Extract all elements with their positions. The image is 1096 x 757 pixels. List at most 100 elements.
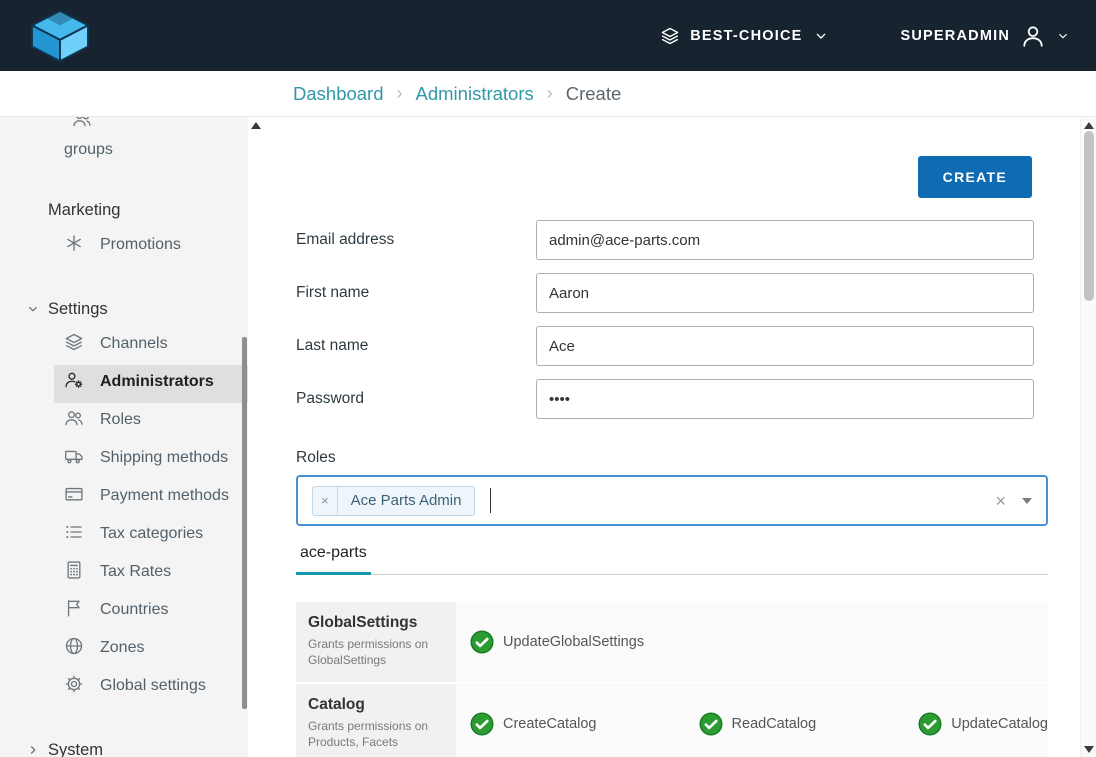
sidebar-item-label: Zones	[100, 639, 144, 656]
permission-item: UpdateCatalog	[918, 712, 1048, 736]
administrator-form: Email address First name Last name Passw…	[296, 220, 1048, 757]
password-field[interactable]	[536, 379, 1034, 419]
sidebar-item-label: Tax Rates	[100, 563, 171, 580]
chevron-down-icon	[26, 302, 40, 321]
chip-remove-icon[interactable]: ×	[313, 487, 338, 515]
permission-label: CreateCatalog	[503, 716, 597, 732]
scroll-up-arrow-icon[interactable]	[1084, 122, 1094, 129]
role-chip: × Ace Parts Admin	[312, 486, 475, 516]
sidebar-item-label: Promotions	[100, 236, 181, 253]
last-name-label: Last name	[296, 337, 536, 355]
calculator-icon	[64, 560, 84, 588]
permission-item: ReadCatalog	[699, 712, 817, 736]
app-header: BEST-CHOICE SUPERADMIN	[0, 0, 1096, 71]
permission-group-name: GlobalSettings	[308, 614, 446, 632]
user-icon	[1020, 23, 1046, 49]
sidebar-item-label: Administrators	[100, 373, 214, 390]
globe-icon	[64, 636, 84, 664]
scroll-down-arrow-icon[interactable]	[1084, 746, 1094, 753]
first-name-label: First name	[296, 284, 536, 302]
permission-item: CreateCatalog	[470, 712, 597, 736]
scroll-up-arrow-icon[interactable]	[251, 122, 261, 129]
create-button[interactable]: CREATE	[918, 156, 1032, 198]
breadcrumb-separator: ›	[397, 83, 403, 104]
administrator-icon	[64, 370, 84, 398]
table-row: GlobalSettings Grants permissions on Glo…	[296, 602, 1048, 684]
sidebar-section-marketing: Marketing	[0, 201, 248, 220]
cube-logo-icon	[26, 8, 94, 64]
chevron-down-icon[interactable]	[1022, 498, 1032, 504]
breadcrumb-dashboard[interactable]: Dashboard	[293, 83, 384, 105]
main-content: CREATE Email address First name Last nam…	[264, 117, 1080, 757]
last-name-field[interactable]	[536, 326, 1034, 366]
sidebar-item-administrators[interactable]: Administrators	[54, 365, 248, 403]
chevron-right-icon	[26, 743, 40, 757]
section-title-label: System	[48, 741, 103, 757]
sidebar-item-label: Countries	[100, 601, 168, 618]
user-menu[interactable]: SUPERADMIN	[901, 23, 1070, 49]
table-row: Catalog Grants permissions on Products, …	[296, 684, 1048, 757]
layers-icon	[64, 332, 84, 360]
permissions-table: GlobalSettings Grants permissions on Glo…	[296, 602, 1048, 757]
sidebar-item-label: groups	[64, 141, 113, 158]
sidebar-item-payment-methods[interactable]: Payment methods	[54, 479, 248, 517]
permissions-tabs: ace-parts	[296, 542, 1048, 575]
roles-select[interactable]: × Ace Parts Admin ×	[296, 475, 1048, 526]
chevron-down-icon	[1056, 29, 1070, 43]
sidebar-item-roles[interactable]: Roles	[54, 403, 248, 441]
scroll-gutter	[248, 117, 264, 757]
sidebar: groups Marketing Promotions Settings	[0, 117, 248, 757]
section-title-label: Marketing	[48, 201, 120, 219]
asterisk-icon	[64, 233, 84, 261]
channel-switcher[interactable]: BEST-CHOICE	[660, 26, 828, 46]
sidebar-item-countries[interactable]: Countries	[54, 593, 248, 631]
sidebar-item-zones[interactable]: Zones	[54, 631, 248, 669]
sidebar-section-settings[interactable]: Settings	[0, 300, 248, 319]
permission-group-name: Catalog	[308, 696, 446, 714]
sidebar-item-customer-groups[interactable]: groups	[54, 117, 248, 167]
first-name-field[interactable]	[536, 273, 1034, 313]
clear-icon[interactable]: ×	[995, 492, 1006, 510]
permission-group-description: Grants permissions on GlobalSettings	[308, 636, 446, 668]
permission-item: UpdateGlobalSettings	[470, 630, 644, 654]
breadcrumb-separator: ›	[547, 83, 553, 104]
check-circle-icon	[918, 712, 942, 736]
check-circle-icon	[470, 712, 494, 736]
users-icon	[72, 117, 240, 137]
breadcrumb: Dashboard › Administrators › Create	[293, 83, 621, 105]
permission-group-description: Grants permissions on Products, Facets	[308, 718, 446, 750]
check-circle-icon	[470, 630, 494, 654]
cog-icon	[64, 674, 84, 702]
text-cursor	[490, 488, 491, 513]
sidebar-section-system[interactable]: System	[0, 741, 248, 757]
check-circle-icon	[699, 712, 723, 736]
roles-label: Roles	[296, 449, 1048, 467]
users-icon	[64, 408, 84, 436]
credit-card-icon	[64, 484, 84, 512]
list-icon	[64, 522, 84, 550]
breadcrumb-create: Create	[566, 83, 622, 105]
password-label: Password	[296, 390, 536, 408]
sidebar-item-tax-rates[interactable]: Tax Rates	[54, 555, 248, 593]
sidebar-item-label: Payment methods	[100, 487, 229, 504]
layers-icon	[660, 26, 680, 46]
breadcrumb-administrators[interactable]: Administrators	[416, 83, 534, 105]
section-title-label: Settings	[48, 300, 108, 318]
sidebar-item-label: Channels	[100, 335, 168, 352]
sidebar-item-channels[interactable]: Channels	[54, 327, 248, 365]
sidebar-item-shipping-methods[interactable]: Shipping methods	[54, 441, 248, 479]
email-field[interactable]	[536, 220, 1034, 260]
tab-ace-parts[interactable]: ace-parts	[296, 542, 371, 575]
permission-label: UpdateCatalog	[951, 716, 1048, 732]
app-logo[interactable]	[26, 8, 94, 64]
sidebar-item-tax-categories[interactable]: Tax categories	[54, 517, 248, 555]
main-scrollbar[interactable]	[1080, 117, 1096, 757]
sidebar-item-label: Tax categories	[100, 525, 203, 542]
sidebar-scrollbar-thumb[interactable]	[242, 337, 247, 709]
main-scrollbar-thumb[interactable]	[1084, 131, 1094, 301]
user-label: SUPERADMIN	[901, 28, 1010, 44]
role-chip-label: Ace Parts Admin	[338, 487, 475, 515]
channel-label: BEST-CHOICE	[690, 28, 802, 44]
sidebar-item-promotions[interactable]: Promotions	[54, 228, 248, 266]
sidebar-item-global-settings[interactable]: Global settings	[54, 669, 248, 707]
